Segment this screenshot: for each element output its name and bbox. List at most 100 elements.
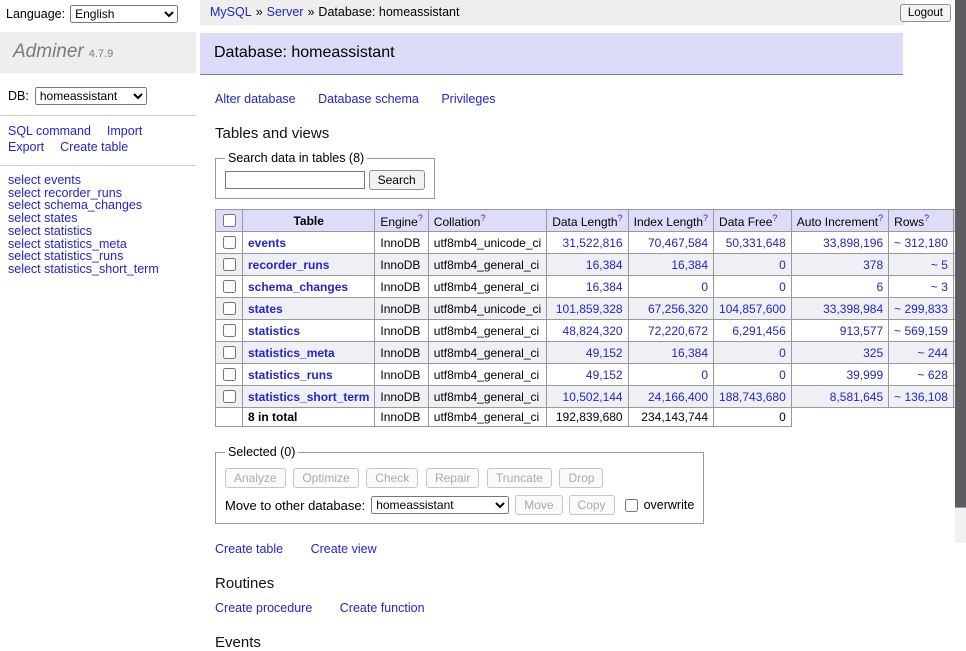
- db-select[interactable]: homeassistant: [35, 87, 147, 105]
- row-checkbox[interactable]: [223, 324, 236, 337]
- data-free-link[interactable]: 188,743,680: [719, 390, 786, 404]
- overwrite-checkbox[interactable]: [625, 499, 638, 512]
- select-all-checkbox[interactable]: [223, 214, 236, 227]
- rows-count-link[interactable]: ~ 136,108: [894, 390, 948, 404]
- auto-increment-link[interactable]: 913,577: [797, 324, 883, 338]
- rows-count-link[interactable]: ~ 3: [894, 280, 948, 294]
- create-table-link[interactable]: Create table: [215, 542, 283, 556]
- index-length-link[interactable]: 24,166,400: [634, 390, 708, 404]
- breadcrumb-link-mysql[interactable]: MySQL: [210, 5, 252, 19]
- sidebar-item-select-states[interactable]: select states: [8, 212, 196, 225]
- help-icon[interactable]: ?: [618, 213, 623, 223]
- data-free-link[interactable]: 6,291,456: [719, 324, 786, 338]
- sidebar-link-create-table[interactable]: Create table: [60, 140, 128, 154]
- sidebar-item-select-events[interactable]: select events: [8, 174, 196, 187]
- auto-increment-link[interactable]: 39,999: [797, 368, 883, 382]
- index-length-link[interactable]: 16,384: [634, 346, 708, 360]
- rows-count-link[interactable]: ~ 5: [894, 258, 948, 272]
- auto-increment-link[interactable]: 378: [797, 258, 883, 272]
- index-length-link[interactable]: 0: [634, 368, 708, 382]
- database-schema-link[interactable]: Database schema: [318, 92, 419, 106]
- row-checkbox[interactable]: [223, 280, 236, 293]
- data-free-link[interactable]: 50,331,648: [719, 236, 786, 250]
- auto-increment-link[interactable]: 8,581,645: [797, 390, 883, 404]
- app-logo-link[interactable]: Adminer: [13, 45, 84, 60]
- index-length-link[interactable]: 67,256,320: [634, 302, 708, 316]
- table-link[interactable]: statistics_short_term: [248, 390, 369, 404]
- help-icon[interactable]: ?: [703, 213, 708, 223]
- data-free-link[interactable]: 0: [719, 346, 786, 360]
- row-checkbox[interactable]: [223, 236, 236, 249]
- row-checkbox[interactable]: [223, 346, 236, 359]
- data-length-link[interactable]: 10,502,144: [552, 390, 622, 404]
- help-icon[interactable]: ?: [878, 213, 883, 223]
- create-procedure-link[interactable]: Create procedure: [215, 601, 312, 615]
- data-length-link[interactable]: 49,152: [552, 368, 622, 382]
- row-checkbox[interactable]: [223, 302, 236, 315]
- data-length-link[interactable]: 101,859,328: [552, 302, 622, 316]
- data-length-link[interactable]: 16,384: [552, 280, 622, 294]
- index-length-link[interactable]: 0: [634, 280, 708, 294]
- table-link[interactable]: states: [248, 302, 283, 316]
- optimize-button[interactable]: Optimize: [293, 468, 358, 488]
- table-link[interactable]: statistics: [248, 324, 300, 338]
- search-button[interactable]: Search: [369, 170, 425, 190]
- column-header-index-length: Index Length?: [628, 210, 713, 232]
- sidebar-link-sql-command[interactable]: SQL command: [8, 124, 91, 138]
- table-link[interactable]: events: [248, 236, 286, 250]
- privileges-link[interactable]: Privileges: [441, 92, 495, 106]
- data-length-link[interactable]: 49,152: [552, 346, 622, 360]
- auto-increment-link[interactable]: 6: [797, 280, 883, 294]
- rows-count-link[interactable]: ~ 628: [894, 368, 948, 382]
- table-link[interactable]: schema_changes: [248, 280, 348, 294]
- create-function-link[interactable]: Create function: [340, 601, 425, 615]
- data-free-link[interactable]: 0: [719, 258, 786, 272]
- create-view-link[interactable]: Create view: [311, 542, 377, 556]
- search-input[interactable]: [225, 171, 365, 189]
- index-length-link[interactable]: 70,467,584: [634, 236, 708, 250]
- data-length-link[interactable]: 16,384: [552, 258, 622, 272]
- check-button[interactable]: Check: [366, 468, 418, 488]
- analyze-button[interactable]: Analyze: [225, 468, 286, 488]
- sidebar-item-select-statistics-short-term[interactable]: select statistics_short_term: [8, 263, 196, 276]
- rows-count-link[interactable]: ~ 299,833: [894, 302, 948, 316]
- breadcrumb-link-server[interactable]: Server: [267, 5, 304, 19]
- help-icon[interactable]: ?: [480, 213, 485, 223]
- rows-count-link[interactable]: ~ 312,180: [894, 236, 948, 250]
- index-length-link[interactable]: 16,384: [634, 258, 708, 272]
- truncate-button[interactable]: Truncate: [487, 468, 552, 488]
- data-free-link[interactable]: 0: [719, 280, 786, 294]
- alter-database-link[interactable]: Alter database: [215, 92, 296, 106]
- repair-button[interactable]: Repair: [426, 468, 479, 488]
- move-button[interactable]: Move: [515, 495, 562, 515]
- scrollbar-thumb[interactable]: [955, 0, 966, 508]
- logout-button[interactable]: Logout: [900, 4, 951, 22]
- language-select[interactable]: English: [70, 5, 178, 23]
- table-link[interactable]: statistics_runs: [248, 368, 333, 382]
- data-free-link[interactable]: 0: [719, 368, 786, 382]
- row-checkbox[interactable]: [223, 258, 236, 271]
- row-checkbox[interactable]: [223, 390, 236, 403]
- auto-increment-link[interactable]: 325: [797, 346, 883, 360]
- copy-button[interactable]: Copy: [569, 495, 615, 515]
- drop-button[interactable]: Drop: [559, 468, 603, 488]
- data-free-link[interactable]: 104,857,600: [719, 302, 786, 316]
- auto-increment-link[interactable]: 33,898,196: [797, 236, 883, 250]
- sidebar-item-select-statistics[interactable]: select statistics: [8, 225, 196, 238]
- sidebar-link-import[interactable]: Import: [107, 124, 142, 138]
- table-link[interactable]: recorder_runs: [248, 258, 329, 272]
- help-icon[interactable]: ?: [772, 213, 777, 223]
- auto-increment-link[interactable]: 33,398,984: [797, 302, 883, 316]
- rows-count-link[interactable]: ~ 244: [894, 346, 948, 360]
- sidebar-link-export[interactable]: Export: [8, 140, 44, 154]
- rows-count-link[interactable]: ~ 569,159: [894, 324, 948, 338]
- table-link[interactable]: statistics_meta: [248, 346, 335, 360]
- help-icon[interactable]: ?: [418, 213, 423, 223]
- vertical-scrollbar[interactable]: [955, 0, 966, 543]
- move-database-select[interactable]: homeassistant: [371, 496, 509, 514]
- data-length-link[interactable]: 48,824,320: [552, 324, 622, 338]
- data-length-link[interactable]: 31,522,816: [552, 236, 622, 250]
- help-icon[interactable]: ?: [924, 213, 929, 223]
- index-length-link[interactable]: 72,220,672: [634, 324, 708, 338]
- row-checkbox[interactable]: [223, 368, 236, 381]
